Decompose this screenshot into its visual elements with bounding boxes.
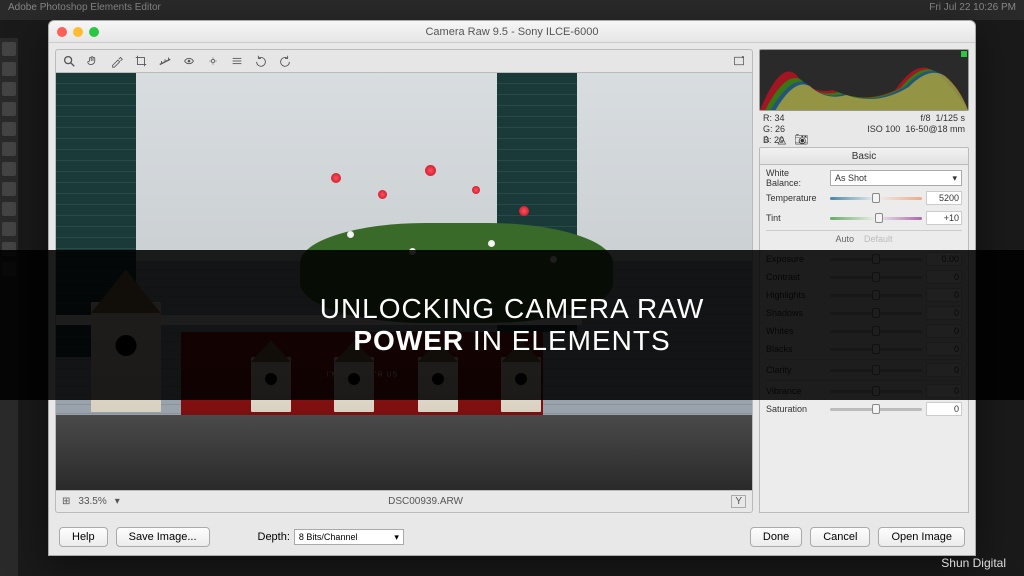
zoom-tool-icon[interactable] <box>62 54 76 68</box>
temperature-label: Temperature <box>766 193 826 203</box>
temperature-slider[interactable] <box>830 191 922 205</box>
rotate-ccw-icon[interactable] <box>254 54 268 68</box>
wb-label: White Balance: <box>766 168 826 188</box>
temperature-value[interactable]: 5200 <box>926 191 962 205</box>
tint-value[interactable]: +10 <box>926 211 962 225</box>
eyedropper-icon[interactable] <box>110 54 124 68</box>
detail-tab-icon[interactable]: ◬ <box>778 133 786 146</box>
histogram-area: R: 34 G: 26 B: 20 f/8 1/125 s ISO 100 16… <box>759 49 969 131</box>
saturation-label: Saturation <box>766 404 826 414</box>
depth-label: Depth: <box>258 531 290 543</box>
bottom-bar: Help Save Image... Depth: 8 Bits/Channel… <box>49 519 975 555</box>
title-overlay: UNLOCKING CAMERA RAW POWER IN ELEMENTS <box>0 250 1024 400</box>
default-button[interactable]: Default <box>864 234 893 248</box>
watermark: Shun Digital <box>941 556 1006 570</box>
tint-slider[interactable] <box>830 211 922 225</box>
save-image-button[interactable]: Save Image... <box>116 527 210 547</box>
panel-tabs: ⌂ ◬ 📷︎ <box>759 131 969 147</box>
detail-tool-icon[interactable] <box>182 54 196 68</box>
zoom-bar: ⊞ 33.5% ▾ DSC00939.ARW Y <box>55 491 753 513</box>
window-title: Camera Raw 9.5 - Sony ILCE-6000 <box>425 26 598 38</box>
rotate-cw-icon[interactable] <box>278 54 292 68</box>
depth-select[interactable]: 8 Bits/Channel▾ <box>294 529 404 545</box>
straighten-tool-icon[interactable] <box>158 54 172 68</box>
prefs-icon[interactable] <box>230 54 244 68</box>
cancel-button[interactable]: Cancel <box>810 527 870 547</box>
saturation-slider[interactable] <box>830 402 922 416</box>
toggle-preview-icon[interactable] <box>732 54 746 68</box>
zoom-level[interactable]: 33.5% <box>78 496 106 507</box>
host-menubar: Adobe Photoshop Elements Editor Fri Jul … <box>0 0 1024 20</box>
redeye-tool-icon[interactable] <box>206 54 220 68</box>
zoom-icon[interactable] <box>89 27 99 37</box>
basic-panel-header: Basic <box>759 147 969 165</box>
titlebar[interactable]: Camera Raw 9.5 - Sony ILCE-6000 <box>49 21 975 43</box>
help-button[interactable]: Help <box>59 527 108 547</box>
preview-mode-toggle[interactable]: Y <box>731 495 746 508</box>
basic-tab-icon[interactable]: ⌂ <box>763 133 770 145</box>
hand-tool-icon[interactable] <box>86 54 100 68</box>
white-balance-select[interactable]: As Shot▾ <box>830 170 962 186</box>
close-icon[interactable] <box>57 27 67 37</box>
auto-button[interactable]: Auto <box>835 234 854 248</box>
toolbar <box>55 49 753 73</box>
open-image-button[interactable]: Open Image <box>878 527 965 547</box>
done-button[interactable]: Done <box>750 527 802 547</box>
crop-tool-icon[interactable] <box>134 54 148 68</box>
zoom-fit-icon[interactable]: ⊞ <box>62 496 70 507</box>
filename: DSC00939.ARW <box>128 496 724 507</box>
minimize-icon[interactable] <box>73 27 83 37</box>
camera-tab-icon[interactable]: 📷︎ <box>794 133 808 146</box>
tint-label: Tint <box>766 213 826 223</box>
histogram[interactable] <box>759 49 969 111</box>
chevron-down-icon: ▾ <box>394 530 399 544</box>
saturation-value[interactable]: 0 <box>926 402 962 416</box>
chevron-down-icon: ▾ <box>952 171 957 185</box>
